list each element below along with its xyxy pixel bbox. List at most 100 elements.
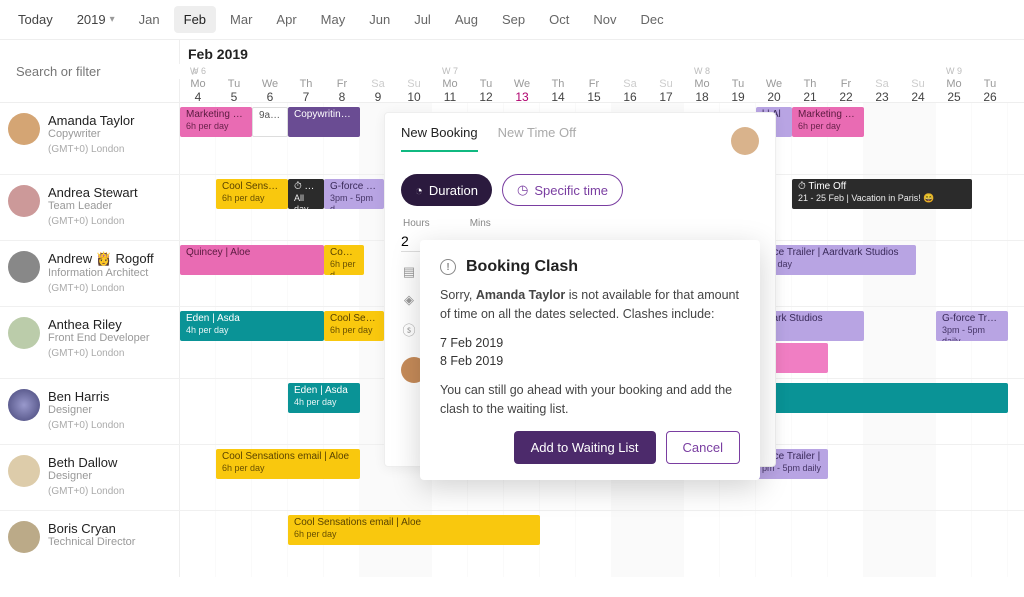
- booking-block[interactable]: Marketing Brief6h per day: [180, 107, 252, 137]
- month-jun[interactable]: Jun: [359, 6, 400, 33]
- day-col[interactable]: W 6Mo4: [180, 64, 216, 104]
- person-tz: (GMT+0) London: [48, 216, 138, 227]
- month-sep[interactable]: Sep: [492, 6, 535, 33]
- month-feb[interactable]: Feb: [174, 6, 216, 33]
- month-jan[interactable]: Jan: [129, 6, 170, 33]
- booking-block[interactable]: Copywriting | Aloe: [288, 107, 360, 137]
- booking-block[interactable]: Cool Sensations email | Aloe6h per day: [288, 515, 540, 545]
- booking-block[interactable]: Quincey | Aloe: [180, 245, 324, 275]
- avatar[interactable]: [8, 185, 40, 217]
- day-col[interactable]: Th14: [540, 64, 576, 104]
- clock-icon: ◔: [415, 183, 423, 198]
- month-mar[interactable]: Mar: [220, 6, 262, 33]
- day-col[interactable]: Su24: [900, 64, 936, 104]
- person-role: Information Architect: [48, 267, 154, 279]
- day-col[interactable]: Fr22: [828, 64, 864, 104]
- day-col[interactable]: Tu19: [720, 64, 756, 104]
- chevron-down-icon: ▾: [110, 14, 115, 25]
- booking-block[interactable]: Cool Sensations email | Aloe6h per day: [216, 449, 360, 479]
- month-nav-bar: Today 2019▾ Jan Feb Mar Apr May Jun Jul …: [0, 0, 1024, 40]
- person-tz: (GMT+0) London: [48, 420, 124, 431]
- booking-block[interactable]: ⏱ TimeAll day: [288, 179, 324, 209]
- day-col[interactable]: Th7: [288, 64, 324, 104]
- month-apr[interactable]: Apr: [266, 6, 306, 33]
- month-aug[interactable]: Aug: [445, 6, 488, 33]
- person-role: Copywriter: [48, 128, 134, 140]
- booking-block[interactable]: G-force Trail3pm - 5pm d: [324, 179, 384, 209]
- day-col[interactable]: We20: [756, 64, 792, 104]
- project-icon: ◈: [401, 292, 417, 308]
- clash-title: !Booking Clash: [440, 258, 740, 276]
- person-name[interactable]: Boris Cryan: [48, 521, 135, 536]
- day-col[interactable]: W 8Mo18: [684, 64, 720, 104]
- month-oct[interactable]: Oct: [539, 6, 579, 33]
- avatar[interactable]: [8, 389, 40, 421]
- booking-block[interactable]: force Trailer | Aardvark Studiosper day: [756, 245, 916, 275]
- person-tz: (GMT+0) London: [48, 348, 150, 359]
- clash-cancel-button[interactable]: Cancel: [666, 431, 740, 464]
- day-col[interactable]: Tu12: [468, 64, 504, 104]
- person-name[interactable]: Ben Harris: [48, 389, 124, 404]
- booking-block[interactable]: G-force Trailer |3pm - 5pm daily: [936, 311, 1008, 341]
- person-role: Technical Director: [48, 536, 135, 548]
- booking-block[interactable]: Cool Se6h per d: [324, 245, 364, 275]
- booking-block[interactable]: 9am - 1: [252, 107, 288, 137]
- day-col[interactable]: Fr8: [324, 64, 360, 104]
- day-col[interactable]: We6: [252, 64, 288, 104]
- day-col[interactable]: Sa9: [360, 64, 396, 104]
- day-col[interactable]: Su10: [396, 64, 432, 104]
- booking-block[interactable]: [756, 383, 1008, 413]
- person-role: Designer: [48, 470, 124, 482]
- tab-new-booking[interactable]: New Booking: [401, 125, 478, 152]
- month-title: Feb 2019: [180, 40, 1024, 64]
- calendar-header: ⌕ Feb 2019 W 6Mo4 Tu5 We6 Th7 Fr8 Sa9 Su…: [0, 40, 1024, 103]
- booking-block[interactable]: Cool Sensations6h per day: [216, 179, 288, 209]
- tab-new-time-off[interactable]: New Time Off: [498, 125, 577, 152]
- day-col[interactable]: Tu5: [216, 64, 252, 104]
- avatar[interactable]: [8, 251, 40, 283]
- avatar[interactable]: [8, 317, 40, 349]
- month-dec[interactable]: Dec: [630, 6, 673, 33]
- add-to-waiting-list-button[interactable]: Add to Waiting List: [514, 431, 656, 464]
- day-col[interactable]: Tu26: [972, 64, 1008, 104]
- person-role: Front End Developer: [48, 332, 150, 344]
- person-tz: (GMT+0) London: [48, 283, 154, 294]
- day-col[interactable]: W 7Mo11: [432, 64, 468, 104]
- clash-message: Sorry, Amanda Taylor is not available fo…: [440, 286, 740, 324]
- day-col[interactable]: W 9Mo25: [936, 64, 972, 104]
- clock-icon: ◷: [517, 182, 528, 198]
- day-col[interactable]: Su17: [648, 64, 684, 104]
- avatar[interactable]: [8, 455, 40, 487]
- duration-pill[interactable]: ◔Duration: [401, 174, 492, 206]
- cost-icon: ⓢ: [401, 320, 417, 339]
- search-input[interactable]: [16, 64, 192, 79]
- avatar[interactable]: [8, 113, 40, 145]
- booking-block[interactable]: Eden | Asda4h per day: [288, 383, 360, 413]
- day-col[interactable]: Fr15: [576, 64, 612, 104]
- month-may[interactable]: May: [311, 6, 356, 33]
- day-col[interactable]: Sa23: [864, 64, 900, 104]
- day-col[interactable]: We13: [504, 64, 540, 104]
- specific-time-pill[interactable]: ◷Specific time: [502, 174, 623, 206]
- booking-block[interactable]: Cool Sensatio6h per day: [324, 311, 384, 341]
- search-row: ⌕: [0, 40, 179, 102]
- booking-block[interactable]: Eden | Asda4h per day: [180, 311, 324, 341]
- day-col[interactable]: Sa16: [612, 64, 648, 104]
- booking-block[interactable]: Marketing Brief6h per day: [792, 107, 864, 137]
- person-name[interactable]: Amanda Taylor: [48, 113, 134, 128]
- calendar-icon: ▤: [401, 264, 417, 280]
- month-jul[interactable]: Jul: [404, 6, 441, 33]
- clash-dates: 7 Feb 2019 8 Feb 2019: [440, 334, 740, 372]
- person-name[interactable]: Andrea Stewart: [48, 185, 138, 200]
- today-button[interactable]: Today: [8, 6, 63, 33]
- person-name[interactable]: Anthea Riley: [48, 317, 150, 332]
- assignee-avatar[interactable]: [731, 127, 759, 155]
- booking-block[interactable]: ⏱ Time Off21 - 25 Feb | Vacation in Pari…: [792, 179, 972, 209]
- day-col[interactable]: Th21: [792, 64, 828, 104]
- month-nov[interactable]: Nov: [583, 6, 626, 33]
- person-name[interactable]: Andrew 👸 Rogoff: [48, 251, 154, 267]
- person-name[interactable]: Beth Dallow: [48, 455, 124, 470]
- avatar[interactable]: [8, 521, 40, 553]
- year-picker[interactable]: 2019▾: [67, 6, 125, 33]
- booking-clash-modal: !Booking Clash Sorry, Amanda Taylor is n…: [420, 240, 760, 480]
